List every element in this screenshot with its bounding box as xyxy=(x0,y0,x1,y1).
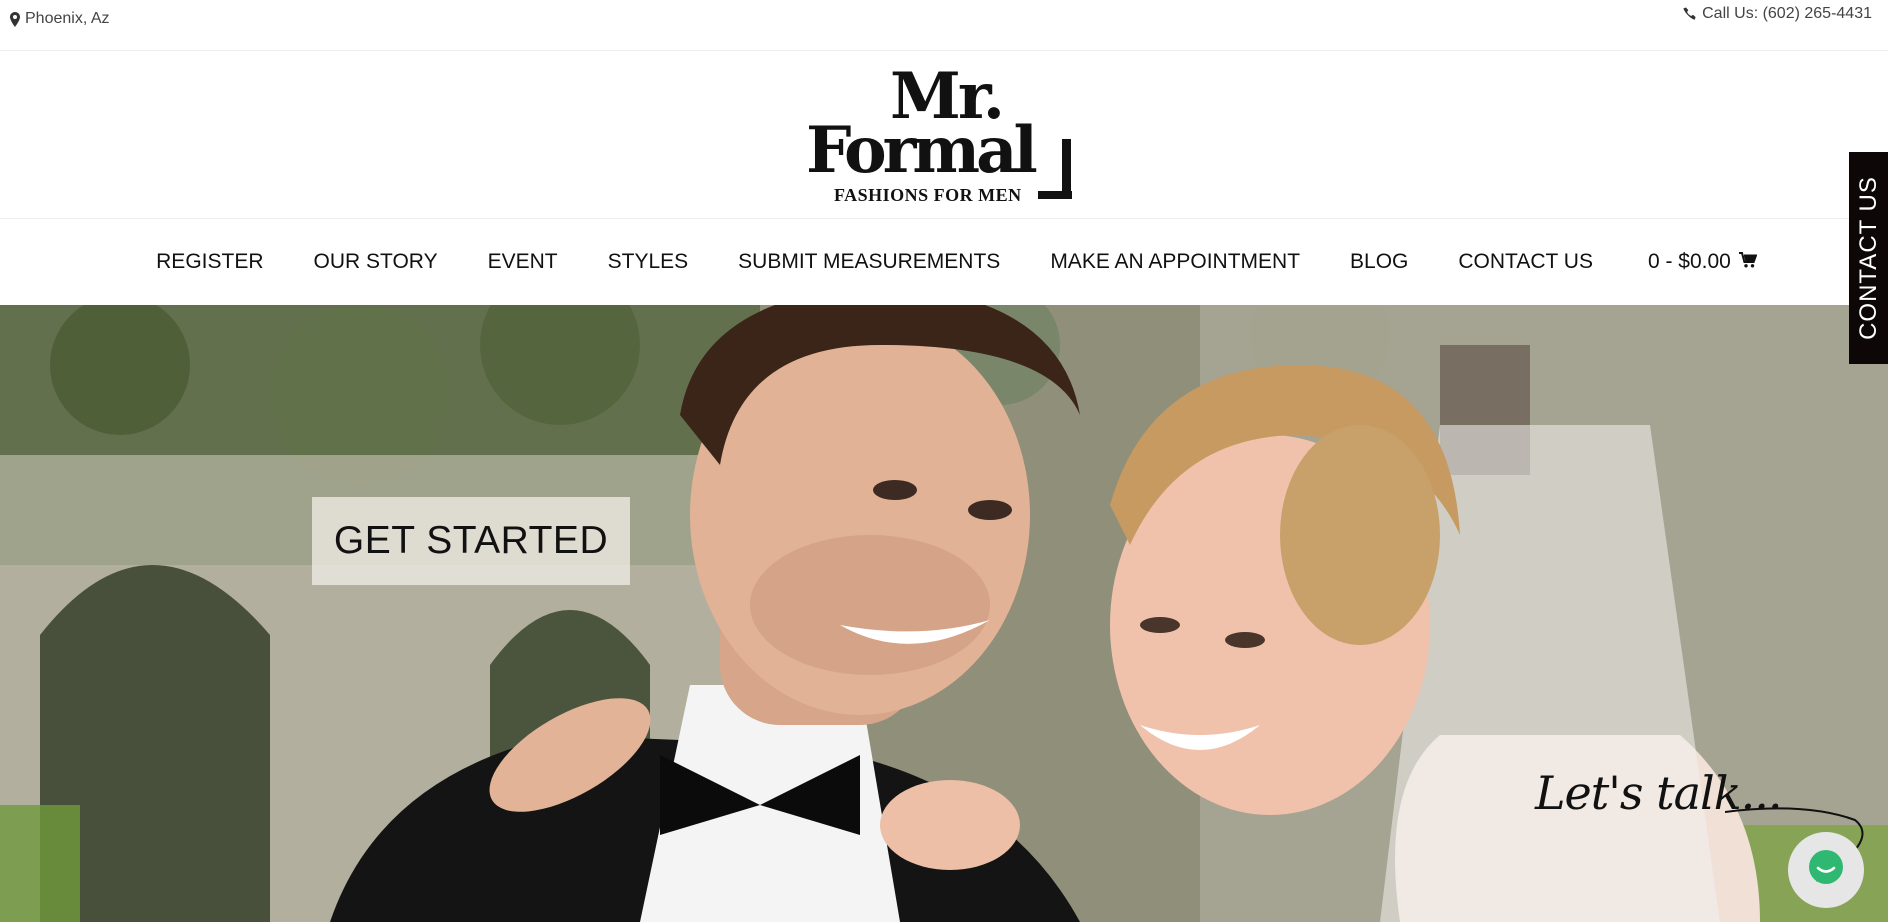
nav-submit-measurements[interactable]: SUBMIT MEASUREMENTS xyxy=(713,250,1025,274)
top-bar: Phoenix, Az Call Us: (602) 265-4431 xyxy=(0,0,1888,51)
hero-banner: GET STARTED xyxy=(0,305,1888,922)
nav-event[interactable]: EVENT xyxy=(463,250,583,274)
nav-blog[interactable]: BLOG xyxy=(1325,250,1433,274)
logo-underline xyxy=(1038,191,1072,199)
contact-us-side-tab[interactable]: CONTACT US xyxy=(1849,152,1888,364)
site-logo[interactable]: Mr. Formal FASHIONS FOR MEN xyxy=(800,61,1080,211)
logo-formal: Formal xyxy=(806,113,1038,188)
get-started-button[interactable]: GET STARTED xyxy=(312,497,630,585)
chat-bubble-icon xyxy=(1806,848,1846,893)
nav-contact-us[interactable]: CONTACT US xyxy=(1433,250,1618,274)
location: Phoenix, Az xyxy=(10,10,110,28)
chat-launcher-button[interactable] xyxy=(1788,832,1864,908)
logo-flourish xyxy=(1062,139,1071,199)
main-nav: REGISTER OUR STORY EVENT STYLES SUBMIT M… xyxy=(0,219,1888,305)
logo-tagline: FASHIONS FOR MEN xyxy=(834,185,1022,205)
phone-text: Call Us: (602) 265-4431 xyxy=(1702,5,1872,22)
hero-image xyxy=(0,305,1888,922)
map-marker-icon xyxy=(10,11,20,27)
shopping-cart-icon xyxy=(1738,250,1758,274)
logo-band: Mr. Formal FASHIONS FOR MEN xyxy=(0,51,1888,219)
contact-tab-label: CONTACT US xyxy=(1854,176,1882,340)
phone-link[interactable]: Call Us: (602) 265-4431 xyxy=(1683,5,1872,23)
nav-register[interactable]: REGISTER xyxy=(131,250,288,274)
location-text: Phoenix, Az xyxy=(25,10,110,27)
nav-our-story[interactable]: OUR STORY xyxy=(289,250,463,274)
cart-total: 0 - $0.00 xyxy=(1647,250,1731,273)
cart-link[interactable]: 0 - $0.00 xyxy=(1618,250,1758,274)
phone-icon xyxy=(1683,7,1697,21)
nav-make-appointment[interactable]: MAKE AN APPOINTMENT xyxy=(1025,250,1325,274)
nav-styles[interactable]: STYLES xyxy=(583,250,714,274)
